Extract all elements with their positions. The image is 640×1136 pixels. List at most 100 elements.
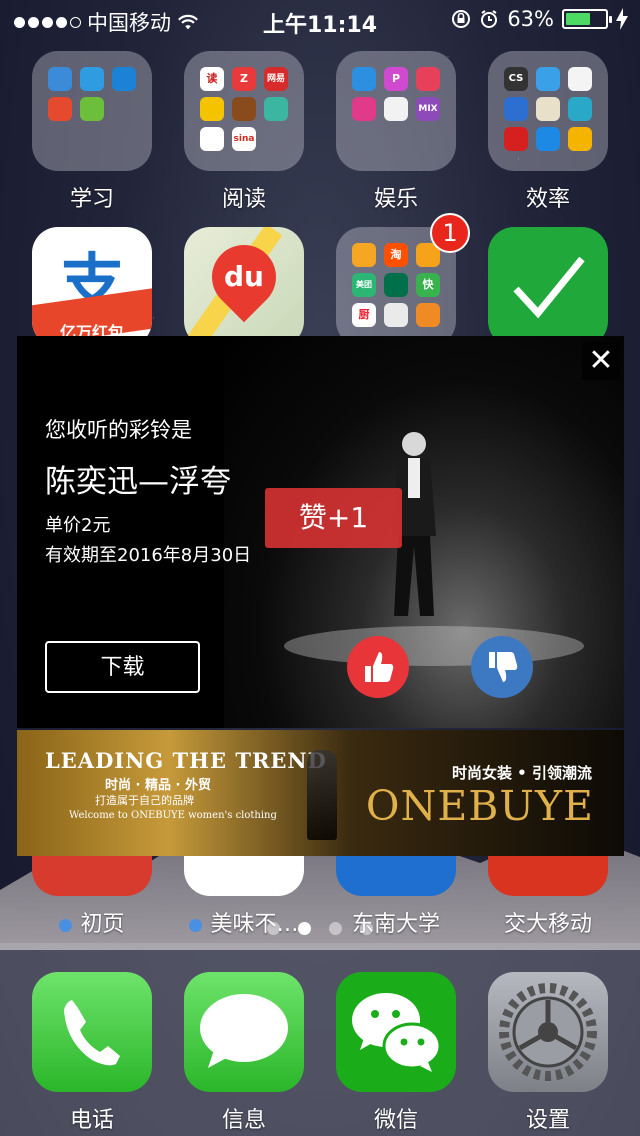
folder-efficiency-tile[interactable]: CS bbox=[488, 51, 608, 171]
app-mini-icon: CS bbox=[504, 67, 528, 91]
phone-icon bbox=[64, 1000, 120, 1066]
app-mini-icon bbox=[352, 67, 376, 91]
phone-app-icon[interactable] bbox=[32, 972, 152, 1092]
alarm-icon bbox=[481, 10, 498, 28]
app-mini-icon bbox=[504, 97, 528, 121]
app-mini-icon bbox=[200, 127, 224, 151]
banner-tag: 时尚女装 • 引领潮流 bbox=[451, 764, 592, 782]
app-alipay[interactable]: 支 亿万红包 bbox=[32, 227, 152, 347]
app-label: 微信 bbox=[373, 1108, 418, 1133]
speech-bubble-icon bbox=[200, 994, 288, 1068]
app-mini-icon bbox=[80, 97, 104, 121]
validity-text: 有效期至2016年8月30日 bbox=[45, 545, 252, 566]
app-mini-icon: Z bbox=[232, 67, 256, 91]
thumb-up-icon bbox=[365, 652, 394, 682]
price-text: 单价2元 bbox=[45, 515, 111, 536]
checkmark-app-icon[interactable] bbox=[488, 227, 608, 347]
banner-headline: LEADING THE TREND bbox=[45, 748, 327, 773]
app-mini-icon: 网易 bbox=[264, 67, 288, 91]
download-button[interactable]: 下载 bbox=[45, 641, 200, 693]
folder-efficiency[interactable]: CS 效率 bbox=[488, 51, 608, 213]
thumb-up-button[interactable] bbox=[347, 636, 409, 698]
app-mini-icon: 快 bbox=[416, 273, 440, 297]
folder-reading[interactable]: 读 Z 网易 sina 阅读 bbox=[184, 51, 304, 213]
thumb-down-icon bbox=[489, 652, 518, 682]
gear-icon bbox=[499, 983, 597, 1081]
page-dot bbox=[329, 922, 342, 935]
battery-percent: 63% bbox=[507, 7, 554, 31]
folder-reading-tile[interactable]: 读 Z 网易 sina bbox=[184, 51, 304, 171]
app-mini-icon: 读 bbox=[200, 67, 224, 91]
app-mini-icon bbox=[416, 303, 440, 327]
app-mini-icon bbox=[536, 127, 560, 151]
like-toast: 赞+1 bbox=[265, 488, 402, 548]
app-mini-icon bbox=[352, 97, 376, 121]
app-mini-icon bbox=[48, 97, 72, 121]
brand-logo: ONEBUYE bbox=[365, 782, 594, 830]
app-mini-icon: P bbox=[384, 67, 408, 91]
app-mini-icon: 美团 bbox=[352, 273, 376, 297]
app-label: 信息 bbox=[221, 1108, 266, 1133]
close-button[interactable]: ✕ bbox=[582, 342, 620, 380]
app-mini-icon bbox=[536, 97, 560, 121]
checkmark-icon bbox=[513, 256, 585, 319]
page-dot bbox=[267, 922, 280, 935]
wechat-app-icon[interactable] bbox=[336, 972, 456, 1092]
folder-entertainment-tile[interactable]: P MIX bbox=[336, 51, 456, 171]
rotation-lock-icon bbox=[452, 10, 471, 28]
page-indicator[interactable] bbox=[0, 922, 640, 935]
app-mini-icon: 淘 bbox=[384, 243, 408, 267]
alipay-icon[interactable]: 支 亿万红包 bbox=[32, 227, 152, 347]
page-dot bbox=[360, 922, 373, 935]
page-dot-active bbox=[298, 922, 311, 935]
app-mini-icon bbox=[48, 67, 72, 91]
thumb-down-button[interactable] bbox=[471, 636, 533, 698]
app-mini-icon bbox=[384, 303, 408, 327]
app-mini-icon bbox=[568, 97, 592, 121]
app-mini-icon: MIX bbox=[416, 97, 440, 121]
dock-wechat[interactable]: 微信 bbox=[336, 972, 456, 1134]
dock-phone[interactable]: 电话 bbox=[32, 972, 152, 1134]
folder-label: 效率 bbox=[525, 187, 570, 212]
app-label: 电话 bbox=[69, 1108, 114, 1133]
folder-label: 阅读 bbox=[221, 187, 266, 212]
model-silhouette bbox=[307, 750, 337, 840]
banner-slogan: 打造属于自己的品牌 bbox=[95, 794, 194, 807]
folder-study-tile[interactable] bbox=[32, 51, 152, 171]
folder-study[interactable]: 学习 bbox=[32, 51, 152, 213]
app-mini-icon bbox=[568, 67, 592, 91]
notification-badge: 1 bbox=[430, 213, 470, 253]
app-mini-icon bbox=[112, 67, 136, 91]
song-title: 陈奕迅—浮夸 bbox=[45, 464, 231, 500]
onebuye-banner-ad[interactable]: LEADING THE TREND 时尚 · 精品 · 外贸 打造属于自己的品牌… bbox=[17, 730, 624, 856]
app-checklist[interactable] bbox=[488, 227, 608, 347]
app-mini-icon bbox=[536, 67, 560, 91]
app-mini-icon bbox=[232, 97, 256, 121]
wechat-icon bbox=[352, 993, 442, 1072]
folder-entertainment[interactable]: P MIX 娱乐 bbox=[336, 51, 456, 213]
banner-welcome: Welcome to ONEBUYE women's clothing bbox=[69, 810, 277, 821]
app-mini-icon bbox=[416, 67, 440, 91]
ringtone-subtitle: 您收听的彩铃是 bbox=[45, 418, 192, 442]
app-mini-icon bbox=[200, 97, 224, 121]
ringtone-popup: ✕ 您收听的彩铃是 陈奕迅—浮夸 单价2元 有效期至2016年8月30日 赞+1… bbox=[17, 336, 624, 728]
banner-tagline: 时尚 · 精品 · 外贸 bbox=[105, 778, 211, 793]
app-baidu-map[interactable]: du bbox=[184, 227, 304, 347]
folder-label: 娱乐 bbox=[373, 187, 418, 212]
baidu-map-icon[interactable]: du bbox=[184, 227, 304, 347]
dock-settings[interactable]: 设置 bbox=[488, 972, 608, 1134]
app-mini-icon: 厨 bbox=[352, 303, 376, 327]
app-mini-icon bbox=[504, 127, 528, 151]
settings-app-icon[interactable] bbox=[488, 972, 608, 1092]
messages-app-icon[interactable] bbox=[184, 972, 304, 1092]
app-label: 设置 bbox=[525, 1108, 570, 1133]
app-mini-icon bbox=[568, 127, 592, 151]
app-mini-icon bbox=[352, 243, 376, 267]
app-mini-icon bbox=[80, 67, 104, 91]
app-mini-icon bbox=[264, 97, 288, 121]
battery-icon bbox=[562, 9, 612, 29]
status-bar: 中国移动 上午11:14 63% bbox=[0, 0, 640, 40]
dock-messages[interactable]: 信息 bbox=[184, 972, 304, 1134]
app-mini-icon bbox=[384, 273, 408, 297]
folder-shopping[interactable]: 1 淘 美团 快 厨 bbox=[336, 213, 470, 347]
